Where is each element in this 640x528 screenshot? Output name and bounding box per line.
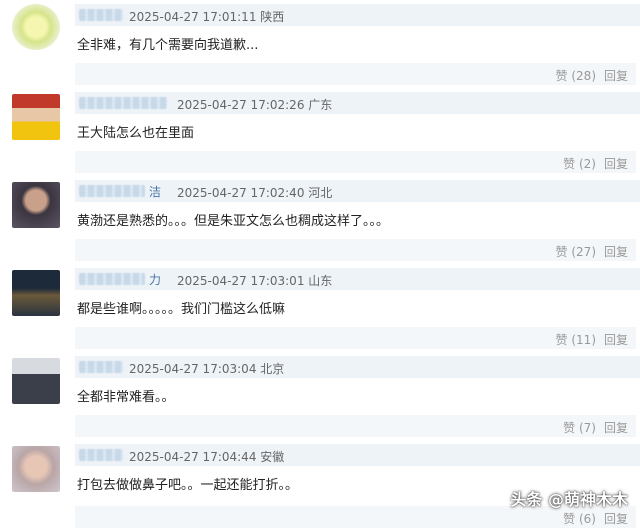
comment-text: 都是些谁啊。。。。。我们门槛这么低嘛 — [77, 302, 286, 317]
comment-time: 2025-04-27 17:02:40 河北 — [177, 186, 333, 200]
comment-text: 全非难，有几个需要向我道歉... — [77, 38, 259, 53]
avatar[interactable] — [12, 358, 60, 404]
comment-location: 山东 — [308, 274, 333, 288]
username-blurred[interactable] — [79, 361, 123, 373]
like-button[interactable]: 赞 (6) — [563, 510, 596, 527]
comment-item: 2025-04-27 17:04:44 安徽 打包去做做鼻子吧。。一起还能打折。… — [0, 440, 640, 528]
avatar[interactable] — [12, 182, 60, 228]
comment-location: 北京 — [260, 362, 285, 376]
comment-item: 2025-04-27 17:02:26 广东 王大陆怎么也在里面 赞 (2) 回… — [0, 88, 640, 176]
comment-item: 洁 2025-04-27 17:02:40 河北 黄渤还是熟悉的。。。但是朱亚文… — [0, 176, 640, 264]
comment-location: 安徽 — [260, 450, 285, 464]
comment-text: 黄渤还是熟悉的。。。但是朱亚文怎么也稠成这样了。。。 — [77, 214, 390, 229]
watermark: 头条 @萌神木木 — [510, 490, 628, 509]
reply-button[interactable]: 回复 — [604, 510, 628, 527]
comment-time: 2025-04-27 17:03:01 山东 — [177, 274, 333, 288]
comment-item: 2025-04-27 17:01:11 陕西 全非难，有几个需要向我道歉... … — [0, 0, 640, 88]
comment-actions: 赞 (2) 回复 — [75, 151, 636, 173]
comment-item: 力 2025-04-27 17:03:01 山东 都是些谁啊。。。。。我们门槛这… — [0, 264, 640, 352]
comment-actions: 赞 (27) 回复 — [75, 239, 636, 261]
like-button[interactable]: 赞 (2) — [563, 155, 596, 172]
like-button[interactable]: 赞 (7) — [563, 419, 596, 436]
comment-actions: 赞 (11) 回复 — [75, 327, 636, 349]
comment-meta: 2025-04-27 17:03:04 北京 — [75, 356, 640, 378]
comment-time: 2025-04-27 17:02:26 广东 — [177, 98, 333, 112]
comment-meta: 2025-04-27 17:02:26 广东 — [75, 92, 640, 114]
comment-text: 打包去做做鼻子吧。。一起还能打折。。 — [77, 478, 299, 493]
username-tail[interactable]: 力 — [149, 271, 161, 288]
avatar[interactable] — [12, 4, 60, 50]
reply-button[interactable]: 回复 — [604, 243, 628, 260]
comment-meta: 洁 2025-04-27 17:02:40 河北 — [75, 180, 640, 202]
reply-button[interactable]: 回复 — [604, 155, 628, 172]
comment-location: 广东 — [308, 98, 333, 112]
avatar[interactable] — [12, 94, 60, 140]
comment-actions: 赞 (7) 回复 — [75, 415, 636, 437]
comment-actions: 赞 (28) 回复 — [75, 63, 636, 85]
username-blurred[interactable] — [79, 185, 145, 197]
comment-meta: 2025-04-27 17:04:44 安徽 — [75, 444, 640, 466]
comment-time: 2025-04-27 17:03:04 北京 — [129, 362, 285, 376]
reply-button[interactable]: 回复 — [604, 419, 628, 436]
comment-meta: 力 2025-04-27 17:03:01 山东 — [75, 268, 640, 290]
username-blurred[interactable] — [79, 449, 123, 461]
avatar[interactable] — [12, 446, 60, 492]
username-blurred[interactable] — [79, 97, 167, 109]
like-button[interactable]: 赞 (27) — [556, 243, 596, 260]
username-blurred[interactable] — [79, 9, 123, 21]
comment-location: 陕西 — [260, 10, 285, 24]
like-button[interactable]: 赞 (28) — [556, 67, 596, 84]
comment-text: 全都非常难看。。 — [77, 390, 175, 405]
username-tail[interactable]: 洁 — [149, 183, 161, 200]
like-button[interactable]: 赞 (11) — [556, 331, 596, 348]
comment-time: 2025-04-27 17:04:44 安徽 — [129, 450, 285, 464]
username-blurred[interactable] — [79, 273, 145, 285]
comment-text: 王大陆怎么也在里面 — [77, 126, 195, 141]
reply-button[interactable]: 回复 — [604, 331, 628, 348]
reply-button[interactable]: 回复 — [604, 67, 628, 84]
avatar[interactable] — [12, 270, 60, 316]
comment-time: 2025-04-27 17:01:11 陕西 — [129, 10, 285, 24]
comment-item: 2025-04-27 17:03:04 北京 全都非常难看。。 赞 (7) 回复 — [0, 352, 640, 440]
comment-meta: 2025-04-27 17:01:11 陕西 — [75, 4, 640, 26]
comment-location: 河北 — [308, 186, 333, 200]
